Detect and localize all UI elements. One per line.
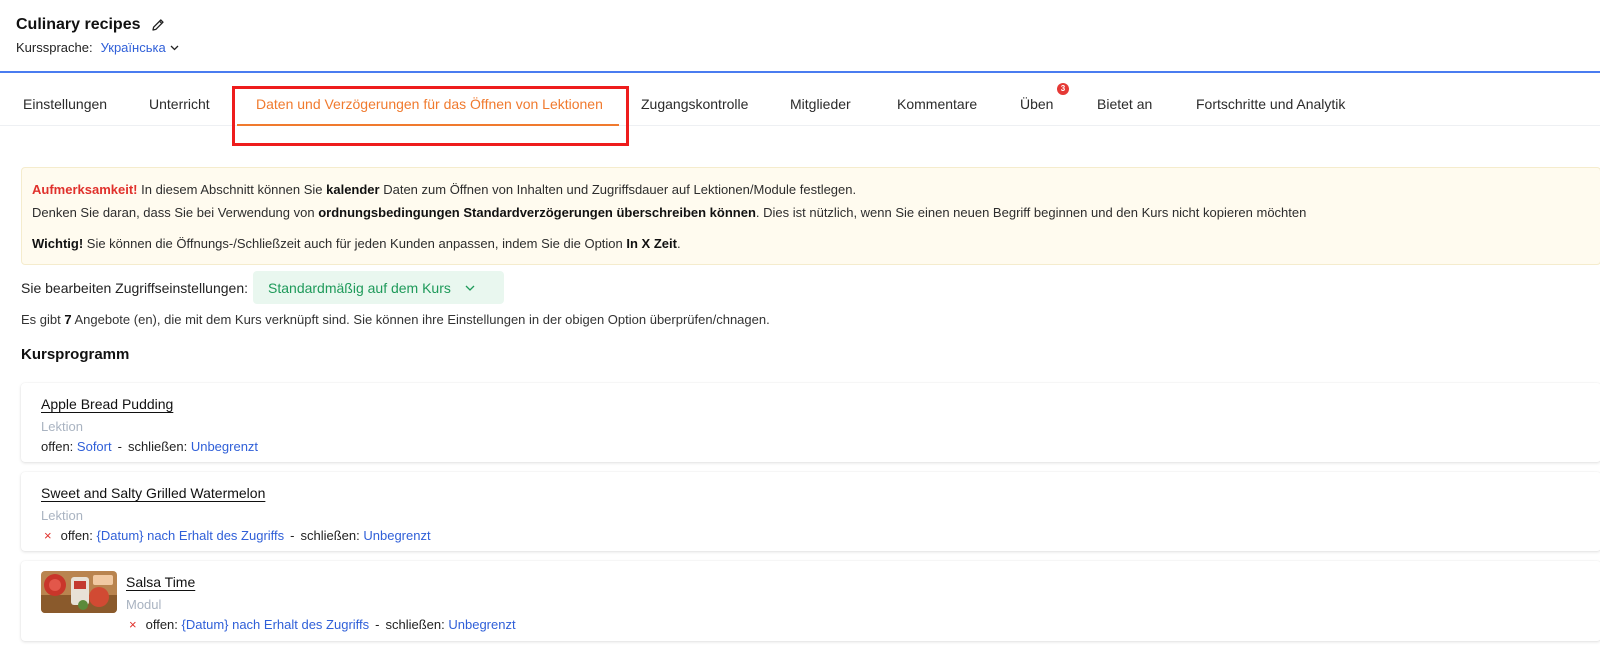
separator: - [117, 439, 122, 454]
program-item: Apple Bread Pudding Lektion offen: Sofor… [21, 383, 1600, 462]
close-value-link[interactable]: Unbegrenzt [191, 439, 258, 454]
notice-text-strong: In X Zeit [626, 236, 677, 251]
active-tab-indicator [237, 124, 619, 126]
chevron-down-icon [465, 285, 475, 291]
tab-kommentare[interactable]: Kommentare [897, 96, 977, 112]
tab-ueben[interactable]: Üben [1020, 96, 1053, 112]
close-icon[interactable]: × [129, 617, 137, 632]
program-item-type: Modul [126, 597, 162, 612]
program-item-schedule: × offen: {Datum} nach Erhalt des Zugriffs… [129, 617, 516, 632]
close-label: schließen: [385, 617, 445, 632]
tab-mitglieder[interactable]: Mitglieder [790, 96, 851, 112]
open-label: offen: [41, 439, 74, 454]
program-item-title[interactable]: Salsa Time [126, 574, 195, 590]
course-language-value: Українська [100, 40, 166, 55]
tab-zugangskontrolle[interactable]: Zugangskontrolle [641, 96, 748, 112]
notice-text-strong: kalender [326, 182, 380, 197]
chevron-down-icon [170, 45, 179, 50]
program-item: Sweet and Salty Grilled Watermelon Lekti… [21, 472, 1600, 551]
program-title: Kursprogramm [21, 346, 130, 363]
notice-text: Sie können die Öffnungs-/Schließzeit auc… [83, 236, 627, 251]
course-title: Culinary recipes [16, 16, 141, 33]
ueben-count-badge: 3 [1057, 83, 1069, 95]
separator: - [290, 528, 295, 543]
course-language-row: Kurssprache: Українська [16, 40, 179, 55]
close-label: schließen: [300, 528, 360, 543]
tab-einstellungen[interactable]: Einstellungen [23, 96, 107, 112]
program-item-schedule: offen: Sofort - schließen: Unbegrenzt [41, 439, 258, 454]
notice-line-3: Wichtig! Sie können die Öffnungs-/Schlie… [32, 236, 681, 251]
notice-attention: Aufmerksamkeit! [32, 182, 138, 197]
notice-text: In diesem Abschnitt können Sie [137, 182, 327, 197]
offers-text: Es gibt [21, 312, 65, 327]
course-language-select[interactable]: Українська [101, 40, 179, 55]
offers-info: Es gibt 7 Angebote (en), die mit dem Kur… [21, 312, 770, 327]
program-item-title[interactable]: Apple Bread Pudding [41, 396, 173, 412]
notice-text-strong: ordnungsbedingungen Standardverzögerunge… [318, 205, 756, 220]
course-language-label: Kurssprache: [16, 40, 93, 55]
notice-line-2: Denken Sie daran, dass Sie bei Verwendun… [32, 205, 1306, 220]
close-value-link[interactable]: Unbegrenzt [448, 617, 515, 632]
program-item: Salsa Time Modul × offen: {Datum} nach Er… [21, 561, 1600, 641]
open-label: offen: [145, 617, 178, 632]
program-item-type: Lektion [41, 419, 83, 434]
program-item-type: Lektion [41, 508, 83, 523]
notice-important: Wichtig! [32, 236, 84, 251]
separator: - [375, 617, 380, 632]
offers-count: 7 [64, 312, 72, 327]
access-settings-row: Sie bearbeiten Zugriffseinstellungen: St… [21, 271, 505, 304]
tab-unterricht[interactable]: Unterricht [149, 96, 210, 112]
access-settings-label: Sie bearbeiten Zugriffseinstellungen: [21, 279, 249, 296]
close-icon[interactable]: × [44, 528, 52, 543]
module-thumbnail[interactable] [41, 571, 117, 613]
close-value-link[interactable]: Unbegrenzt [363, 528, 430, 543]
close-label: schließen: [127, 439, 188, 454]
open-label: offen: [60, 528, 93, 543]
info-notice: Aufmerksamkeit! In diesem Abschnitt könn… [21, 167, 1600, 265]
tab-fortschritte-analytik[interactable]: Fortschritte und Analytik [1196, 96, 1345, 112]
tab-bietet-an[interactable]: Bietet an [1097, 96, 1152, 112]
notice-line-1: Aufmerksamkeit! In diesem Abschnitt könn… [32, 182, 856, 197]
course-title-row: Culinary recipes [16, 16, 165, 34]
notice-text: Daten zum Öffnen von Inhalten und Zugrif… [379, 182, 857, 197]
notice-text: . Dies ist nützlich, wenn Sie einen neue… [755, 205, 1307, 220]
notice-text: . [676, 236, 681, 251]
course-header: Culinary recipes Kurssprache: Українська [0, 0, 1600, 73]
notice-text: Denken Sie daran, dass Sie bei Verwendun… [32, 205, 319, 220]
open-value-link[interactable]: Sofort [77, 439, 112, 454]
program-item-schedule: × offen: {Datum} nach Erhalt des Zugriffs… [44, 528, 431, 543]
offers-text: Angebote (en), die mit dem Kurs verknüpf… [71, 312, 770, 327]
access-settings-value: Standardmäßig auf dem Kurs [268, 279, 451, 296]
open-value-link[interactable]: {Datum} nach Erhalt des Zugriffs [182, 617, 370, 632]
tab-daten-verzoegerungen[interactable]: Daten und Verzögerungen für das Öffnen v… [256, 96, 603, 112]
pencil-icon[interactable] [151, 18, 165, 32]
access-settings-select[interactable]: Standardmäßig auf dem Kurs [253, 271, 505, 304]
open-value-link[interactable]: {Datum} nach Erhalt des Zugriffs [97, 528, 285, 543]
program-item-title[interactable]: Sweet and Salty Grilled Watermelon [41, 485, 265, 501]
tab-bar: Einstellungen Unterricht Daten und Verzö… [0, 88, 1600, 126]
